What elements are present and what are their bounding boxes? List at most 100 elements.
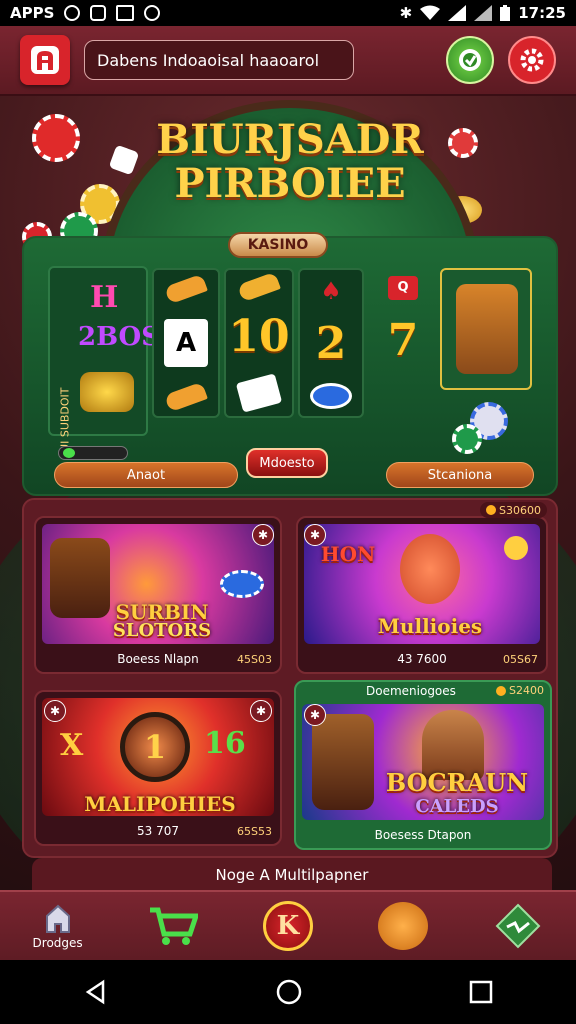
character-icon	[456, 284, 518, 374]
game-title-4-line1: BOCRAUN	[385, 768, 529, 797]
settings-button[interactable]	[508, 36, 556, 84]
banana-icon	[237, 271, 281, 303]
reel-4-top: Q	[388, 275, 418, 300]
close-badge[interactable]: ✱	[250, 700, 272, 722]
cart-icon	[149, 907, 198, 945]
multiplayer-banner[interactable]: Noge A Multilpapner	[32, 858, 552, 892]
diamond-icon	[495, 903, 541, 949]
k-badge-icon: K	[262, 901, 313, 951]
coin-icon	[496, 685, 507, 696]
bottom-tab-bar: Drodges K	[0, 890, 576, 960]
bet-slider[interactable]	[58, 446, 128, 460]
game-title-2-line2: Mullioies	[377, 614, 483, 638]
signal-icon-2	[474, 5, 493, 21]
chip-icon	[310, 383, 352, 410]
left-panel-row2: 2BOS	[78, 322, 160, 352]
header: Dabens Indoaoisal haaoarol	[0, 26, 576, 96]
recents-icon[interactable]	[469, 980, 493, 1004]
poker-chip-icon	[452, 424, 482, 454]
coin-icon	[504, 536, 528, 560]
app-logo[interactable]	[20, 35, 70, 85]
right-side-panel[interactable]	[440, 268, 532, 390]
right-action-label: Stcaniona	[427, 467, 493, 483]
game-value: 05S67	[503, 653, 538, 666]
reel-4-top-label: Q	[397, 279, 409, 295]
game-caption: Boesess Dtapon	[374, 828, 472, 842]
coin-stack-icon	[80, 372, 134, 412]
tab-k-center[interactable]: K	[248, 894, 328, 958]
slot-reel: ♠ 2	[298, 268, 364, 418]
game-card[interactable]: SURBIN SLOTORS ✱ Boeess Nlapn 45S03	[34, 516, 282, 674]
bet-slider-knob[interactable]	[63, 448, 75, 458]
tab-bear[interactable]	[363, 894, 443, 958]
wifi-icon	[420, 5, 441, 20]
left-action-label: Anaot	[126, 467, 166, 483]
home-icon	[45, 904, 70, 933]
game-card-art: HON Mullioies	[304, 524, 540, 644]
search-input[interactable]: Dabens Indoaoisal haaoarol	[84, 40, 354, 80]
left-action-button[interactable]: Anaot	[54, 462, 238, 488]
kasino-badge: KASINO	[228, 232, 328, 258]
fox-character-icon	[400, 534, 460, 604]
character-icon	[312, 714, 374, 810]
status-time: 17:25	[518, 4, 566, 22]
left-panel-vertical: BUI SUBDOIT	[58, 387, 72, 460]
tab-diamond[interactable]	[478, 894, 558, 958]
game-title-3-line2: MALIPOHIES	[84, 792, 236, 816]
game-title-2-line1: HON	[320, 542, 376, 566]
tab-shop[interactable]	[133, 894, 213, 958]
game-value: 65S53	[237, 825, 272, 838]
signal-icon	[448, 5, 467, 21]
card-4-coins-value: S2400	[509, 684, 544, 697]
game-card[interactable]: HON Mullioies ✱ 43 7600 05S67	[296, 516, 548, 674]
favorite-badge[interactable]: ✱	[304, 524, 326, 546]
right-action-button[interactable]: Stcaniona	[386, 462, 534, 488]
game-title-1-line2: SLOTORS	[112, 620, 212, 641]
game-card-art: SURBIN SLOTORS	[42, 524, 274, 644]
cards-icon: A	[164, 318, 208, 367]
game-card[interactable]: 1 X 16 MALIPOHIES ✱ ✱ 53 707 65S53	[34, 690, 282, 846]
tab-home[interactable]: Drodges	[18, 894, 98, 958]
coin-icon	[486, 505, 496, 515]
photo-icon	[116, 5, 135, 21]
favorite-badge[interactable]: ✱	[44, 700, 66, 722]
hero-title: BIURJSADR PIRBOIEE	[140, 118, 440, 206]
game-card-art: BOCRAUN CALEDS	[302, 704, 544, 820]
back-icon[interactable]	[83, 979, 109, 1005]
bluetooth-icon: ✱	[399, 4, 413, 22]
hero-title-line1: BIURJSADR	[156, 116, 424, 163]
gift-button[interactable]	[446, 36, 494, 84]
reel-3-mid: 2	[315, 318, 347, 370]
search-text: Dabens Indoaoisal haaoarol	[97, 50, 320, 70]
reel-2-mid: 10	[228, 311, 290, 363]
gear-icon	[520, 48, 544, 72]
chip-icon	[220, 570, 264, 598]
left-side-panel[interactable]: H 2BOS BUI SUBDOIT	[48, 266, 160, 460]
center-action-button[interactable]: Mdoesto	[246, 448, 328, 478]
multiplier-icon: 16	[204, 726, 246, 761]
status-bar: APPS ✱ 17:25	[0, 0, 576, 26]
slot-reel: A	[152, 268, 220, 418]
top-right-coins-value: S30600	[499, 503, 541, 517]
battery-icon	[500, 5, 511, 21]
game-card-art: 1 X 16 MALIPOHIES	[42, 698, 274, 816]
app-root: APPS ✱ 17:25 Dabens Indoaoisal haaoarol	[0, 0, 576, 1024]
slot-reel: 10	[224, 268, 294, 418]
center-action-label: Mdoesto	[259, 455, 315, 471]
status-right: ✱ 17:25	[400, 4, 566, 22]
game-card[interactable]: Doemeniogoes BOCRAUN CALEDS S2400 ✱ Boes…	[294, 680, 552, 850]
chat-icon	[144, 5, 161, 21]
home-circle-icon[interactable]	[275, 978, 303, 1006]
top-right-coins: S30600	[480, 502, 547, 518]
casino-logo-icon	[31, 46, 59, 74]
tab-home-label: Drodges	[32, 936, 83, 950]
favorite-badge[interactable]: ✱	[304, 704, 326, 726]
system-nav-bar	[0, 960, 576, 1024]
favorite-badge[interactable]: ✱	[252, 524, 274, 546]
x-icon: X	[60, 728, 84, 763]
suit-icon: ♠	[320, 276, 342, 305]
wheel-icon: 1	[120, 712, 190, 782]
gift-icon	[459, 49, 481, 71]
status-left-text: APPS	[10, 4, 55, 22]
poker-chip-icon	[448, 128, 478, 158]
